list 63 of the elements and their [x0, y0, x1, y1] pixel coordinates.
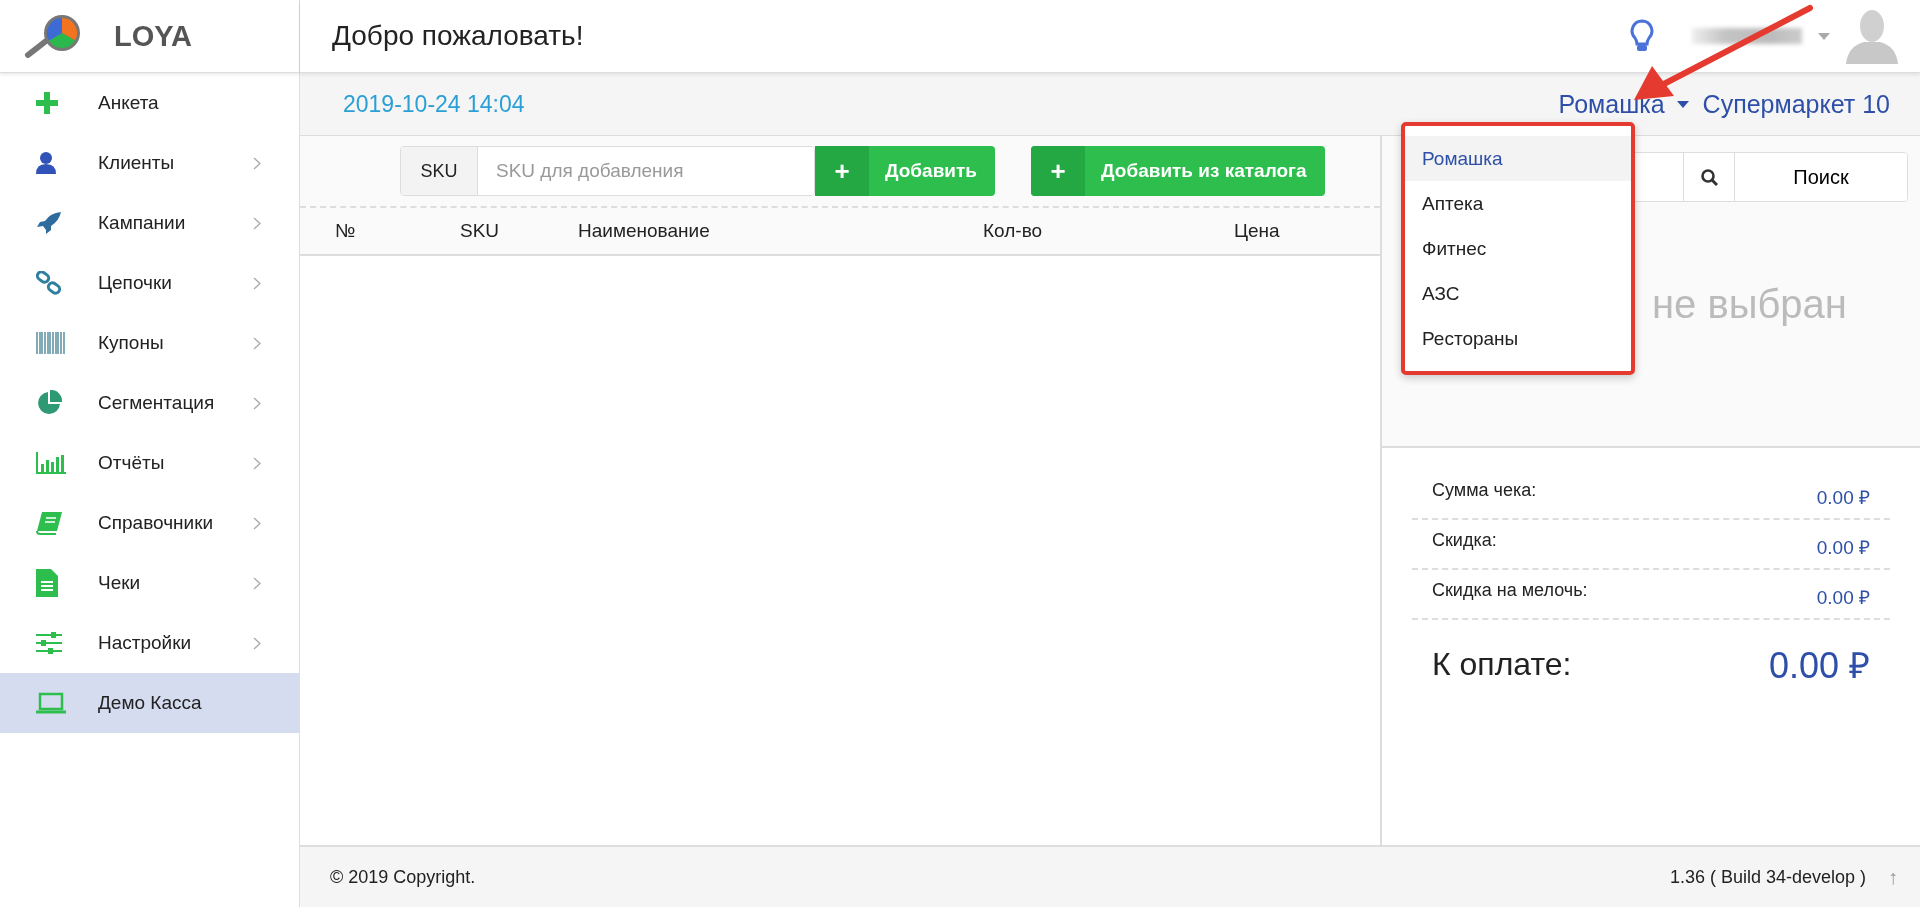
column-header: Цена — [1234, 220, 1280, 242]
pie-chart-icon — [36, 390, 62, 416]
plus-icon — [36, 92, 58, 114]
page-title: Добро пожаловать! — [332, 20, 584, 52]
logo-text: LOYA — [114, 19, 192, 53]
chevron-right-icon — [253, 516, 261, 530]
menu-item[interactable]: Рестораны — [1405, 316, 1631, 361]
column-header: SKU — [460, 220, 500, 242]
sidebar-item[interactable]: Купоны — [0, 313, 299, 373]
to-pay-label: К оплате: — [1432, 646, 1572, 683]
sidebar-item[interactable]: Клиенты — [0, 133, 299, 193]
sidebar-item[interactable]: Справочники — [0, 493, 299, 553]
sliders-icon — [36, 631, 62, 655]
version-text: 1.36 ( Build 34-develop ) — [1669, 866, 1866, 888]
chevron-right-icon — [253, 456, 261, 470]
sidebar-item[interactable]: Сегментация — [0, 373, 299, 433]
sidebar-item[interactable]: Настройки — [0, 613, 299, 673]
chevron-right-icon — [253, 576, 261, 590]
to-pay-value: 0.00 ₽ — [1768, 644, 1870, 688]
total-value: 0.00 ₽ — [1816, 586, 1870, 610]
rocket-icon — [36, 211, 62, 235]
menu-item[interactable]: Фитнес — [1405, 226, 1631, 271]
bar-chart-icon — [36, 452, 66, 474]
caret-icon — [1676, 100, 1689, 108]
chevron-right-icon — [253, 336, 261, 350]
sku-input-field[interactable]: SKU SKU для добавления — [400, 146, 815, 196]
menu-item[interactable]: Аптека — [1405, 181, 1631, 226]
laptop-icon — [36, 692, 66, 714]
total-label: Сумма чека: — [1432, 480, 1537, 501]
store-name[interactable]: Супермаркет 10 — [1702, 89, 1890, 119]
book-icon — [36, 511, 64, 535]
column-header: № — [335, 220, 356, 242]
chevron-right-icon — [253, 396, 261, 410]
column-header: Наименование — [578, 220, 710, 242]
date-time: 2019-10-24 14:04 — [343, 90, 525, 118]
link-icon — [36, 271, 62, 295]
document-icon — [36, 569, 58, 597]
copyright-text: © 2019 Copyright. — [330, 866, 476, 888]
total-value: 0.00 ₽ — [1816, 536, 1870, 560]
menu-item[interactable]: АЗС — [1405, 271, 1631, 316]
search-icon — [1700, 168, 1718, 186]
sidebar-item[interactable]: Кампании — [0, 193, 299, 253]
lightbulb-icon[interactable] — [1630, 19, 1654, 53]
sidebar-item[interactable]: Цепочки — [0, 253, 299, 313]
sidebar-item[interactable]: Отчёты — [0, 433, 299, 493]
search-icon-button[interactable] — [1683, 153, 1735, 201]
sidebar-item[interactable]: Чеки — [0, 553, 299, 613]
sidebar-item[interactable]: Демо Касса — [0, 673, 299, 733]
total-value: 0.00 ₽ — [1816, 486, 1870, 510]
column-header: Кол-во — [983, 220, 1043, 242]
barcode-icon — [36, 332, 66, 354]
client-status-text: не выбран — [1652, 282, 1848, 327]
sidebar-item[interactable]: Анкета — [0, 73, 299, 133]
chevron-right-icon — [253, 636, 261, 650]
brand-dropdown[interactable]: Ромашка — [1558, 89, 1689, 119]
person-icon — [36, 152, 56, 174]
chevron-right-icon — [253, 156, 261, 170]
total-label: Скидка на мелочь: — [1432, 580, 1588, 601]
caret-icon[interactable] — [1818, 32, 1830, 40]
chevron-right-icon — [253, 276, 261, 290]
menu-item[interactable]: Ромашка — [1405, 136, 1631, 181]
chevron-right-icon — [253, 216, 261, 230]
total-label: Скидка: — [1432, 530, 1497, 551]
